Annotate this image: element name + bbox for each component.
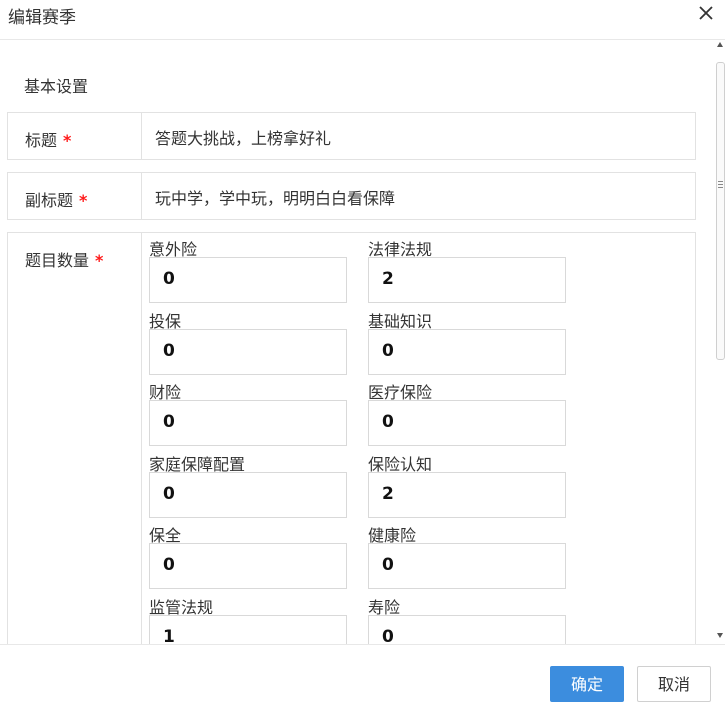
title-input[interactable]: 答题大挑战，上榜拿好礼 [155,125,331,149]
confirm-button[interactable]: 确定 [550,666,624,702]
category-count-value: 0 [382,555,394,575]
dialog-footer: 确定 取消 [0,644,725,702]
title-row: 标题 * 答题大挑战，上榜拿好礼 [7,112,696,160]
scrollbar-thumb[interactable] [716,62,725,360]
question-qty-row: 题目数量 * 意外险 0 法律法规 2 投保 0 基础知识 0 财险 0 医疗保险… [7,232,696,661]
qty-label: 题目数量 [25,251,90,270]
category-count-value: 0 [382,341,394,361]
category-count-input[interactable]: 2 [368,257,566,303]
category-count-input[interactable]: 2 [368,472,566,518]
section-title: 基本设置 [24,77,89,96]
category-count-input[interactable]: 0 [368,400,566,446]
category-count-value: 2 [382,484,394,504]
category-count-input[interactable]: 0 [368,543,566,589]
category-count-input[interactable]: 0 [149,543,347,589]
category-count-value: 0 [163,341,175,361]
title-label-cell: 标题 * [8,113,142,159]
qty-label-cell: 题目数量 * [8,233,142,653]
category-count-input[interactable]: 0 [149,329,347,375]
category-count-value: 2 [382,269,394,289]
category-count-input[interactable]: 0 [149,472,347,518]
category-count-input[interactable]: 0 [149,400,347,446]
scrollbar[interactable] [714,40,725,644]
dialog-title: 编辑赛季 [8,8,76,28]
scroll-up-arrow-icon[interactable] [717,42,723,47]
subtitle-label: 副标题 [25,191,74,210]
close-icon[interactable] [697,4,715,22]
title-label: 标题 [25,131,58,150]
subtitle-row: 副标题 * 玩中学，学中玩，明明白白看保障 [7,172,696,220]
scroll-down-arrow-icon[interactable] [717,633,723,638]
category-count-value: 0 [163,555,175,575]
category-count-value: 0 [163,484,175,504]
dialog-header: 编辑赛季 [0,0,725,40]
required-mark: * [95,251,104,270]
cancel-button[interactable]: 取消 [637,666,711,702]
category-count-input[interactable]: 0 [368,329,566,375]
required-mark: * [79,191,88,210]
subtitle-input[interactable]: 玩中学，学中玩，明明白白看保障 [155,185,395,209]
category-count-value: 0 [163,269,175,289]
required-mark: * [63,131,72,150]
category-count-value: 0 [163,412,175,432]
subtitle-label-cell: 副标题 * [8,173,142,219]
category-count-value: 0 [382,412,394,432]
category-count-input[interactable]: 0 [149,257,347,303]
